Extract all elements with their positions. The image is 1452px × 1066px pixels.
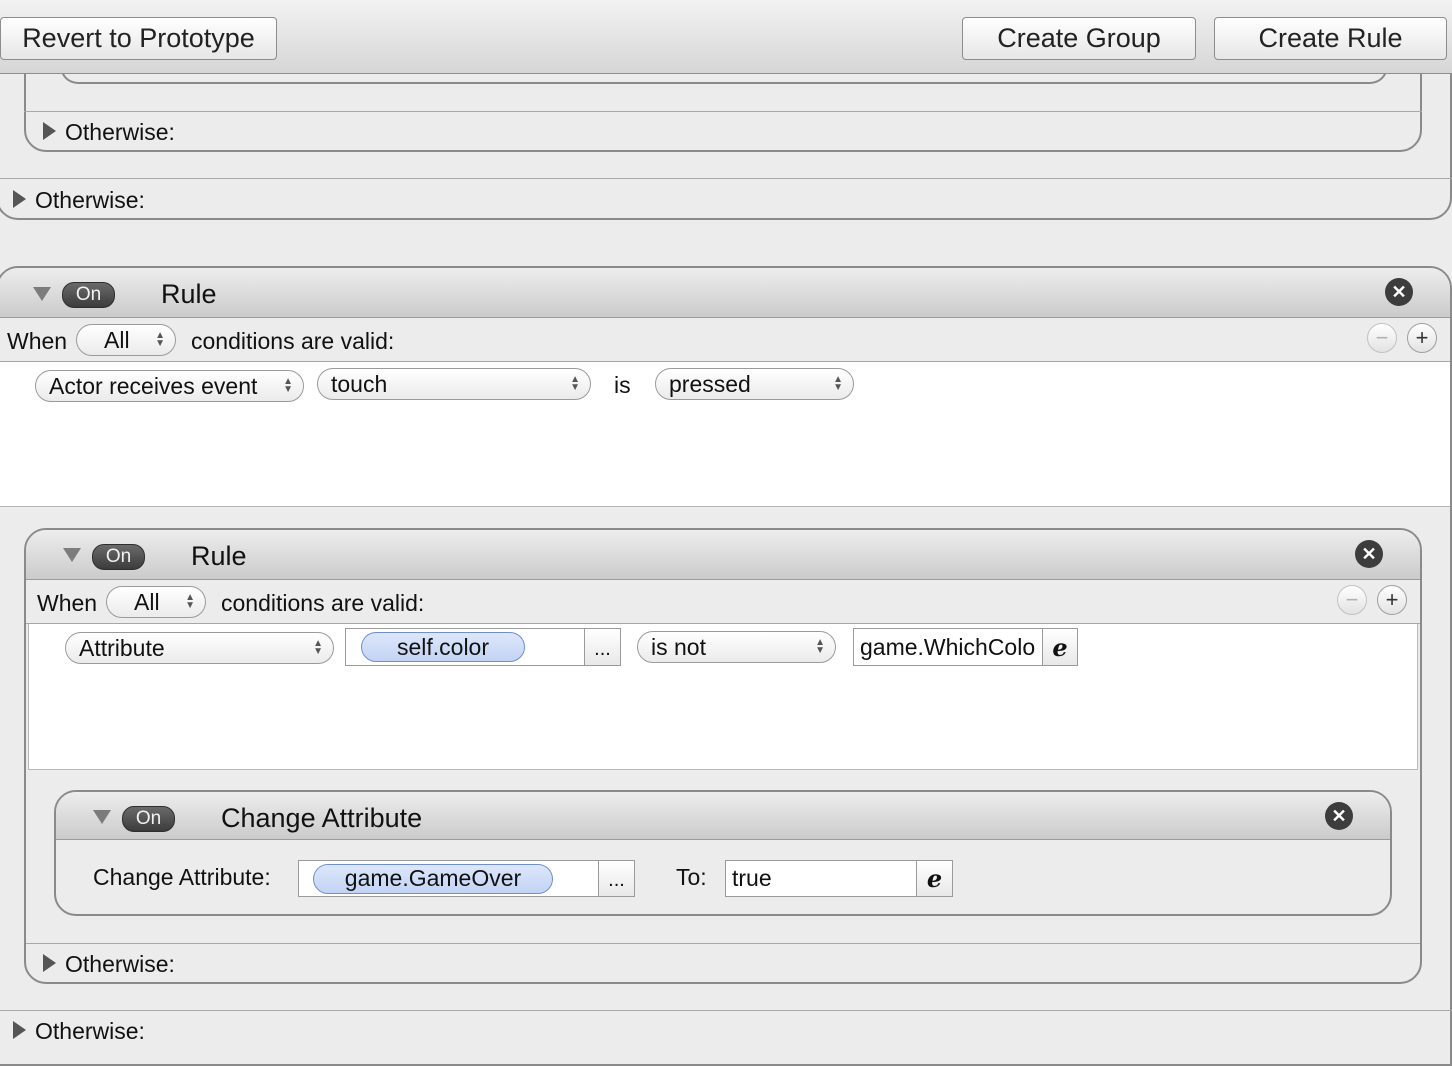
match-mode-select[interactable]: All ▲ ▼ [106,586,206,618]
state-value: pressed [669,370,751,397]
disclosure-down-icon[interactable] [93,810,111,824]
event-value: touch [331,370,388,397]
otherwise-label[interactable]: Otherwise: [65,953,175,976]
plus-icon[interactable]: + [1377,585,1407,615]
browse-attribute-button[interactable]: ... [584,628,621,666]
create-rule-button[interactable]: Create Rule [1214,17,1447,60]
toolbar: Revert to Prototype Create Group Create … [0,0,1452,74]
disclosure-right-icon[interactable] [43,122,56,140]
attribute-token[interactable]: game.GameOver [313,863,553,894]
updown-arrows-icon: ▲ ▼ [570,374,580,393]
condition-type-select[interactable]: Actor receives event ▲ ▼ [35,370,304,402]
divider [0,1010,1452,1011]
minus-icon[interactable]: − [1367,323,1397,353]
divider [26,943,1420,944]
state-select[interactable]: pressed ▲ ▼ [655,368,854,400]
expression-e-icon[interactable]: e [916,860,953,897]
updown-arrows-icon: ▲ ▼ [815,637,825,656]
expression-e-icon[interactable]: e [1042,628,1078,666]
change-attribute-label: Change Attribute: [93,864,271,890]
condition-type-select[interactable]: Attribute ▲ ▼ [65,632,334,664]
match-mode-select[interactable]: All ▲ ▼ [76,324,176,356]
condition-type-value: Attribute [79,634,165,661]
conditions-suffix-label: conditions are valid: [191,328,395,354]
outer-rule-on-toggle[interactable]: On [62,282,115,308]
create-group-button[interactable]: Create Group [962,17,1196,60]
compare-value-text: game.WhichColo [860,633,1036,660]
inner-rule-on-toggle[interactable]: On [92,544,145,570]
to-value-field[interactable]: true [725,860,917,897]
divider [24,111,1422,112]
outer-rule-header [0,268,1450,318]
change-attribute-field[interactable]: game.GameOver [298,860,599,897]
when-label: When [7,328,68,354]
change-attribute-title[interactable]: Change Attribute [221,805,422,832]
plus-icon[interactable]: + [1407,323,1437,353]
attribute-field[interactable]: self.color [345,628,585,666]
close-x-icon[interactable]: ✕ [1385,278,1413,306]
to-label: To: [676,864,707,890]
otherwise-label[interactable]: Otherwise: [65,121,175,144]
updown-arrows-icon: ▲ ▼ [155,330,165,349]
updown-arrows-icon: ▲ ▼ [313,638,323,657]
close-x-icon[interactable]: ✕ [1355,540,1383,568]
updown-arrows-icon: ▲ ▼ [185,592,195,611]
match-mode-value: All [134,588,160,615]
change-attribute-on-toggle[interactable]: On [122,806,175,832]
disclosure-down-icon[interactable] [63,548,81,562]
match-mode-value: All [104,326,130,353]
otherwise-label[interactable]: Otherwise: [35,1020,145,1043]
browse-attribute-button[interactable]: ... [598,860,635,897]
to-value-text: true [732,865,772,891]
comparison-value: is not [651,633,706,660]
updown-arrows-icon: ▲ ▼ [283,376,293,395]
condition-type-value: Actor receives event [49,372,258,399]
attribute-token[interactable]: self.color [361,632,525,662]
revert-to-prototype-button[interactable]: Revert to Prototype [0,17,277,60]
conditions-suffix-label: conditions are valid: [221,590,425,616]
close-x-icon[interactable]: ✕ [1325,802,1353,830]
compare-value-field[interactable]: game.WhichColo [853,628,1043,666]
disclosure-down-icon[interactable] [33,287,51,301]
disclosure-right-icon[interactable] [13,190,26,208]
minus-icon[interactable]: − [1337,585,1367,615]
disclosure-right-icon[interactable] [13,1021,26,1039]
updown-arrows-icon: ▲ ▼ [833,374,843,393]
when-label: When [37,590,98,616]
divider [0,178,1452,179]
inner-rule-title[interactable]: Rule [191,543,247,570]
disclosure-right-icon[interactable] [43,954,56,972]
comparison-select[interactable]: is not ▲ ▼ [637,631,836,663]
outer-rule-title[interactable]: Rule [161,281,217,308]
operator-label: is [614,372,631,398]
otherwise-label[interactable]: Otherwise: [35,189,145,212]
event-select[interactable]: touch ▲ ▼ [317,368,591,400]
